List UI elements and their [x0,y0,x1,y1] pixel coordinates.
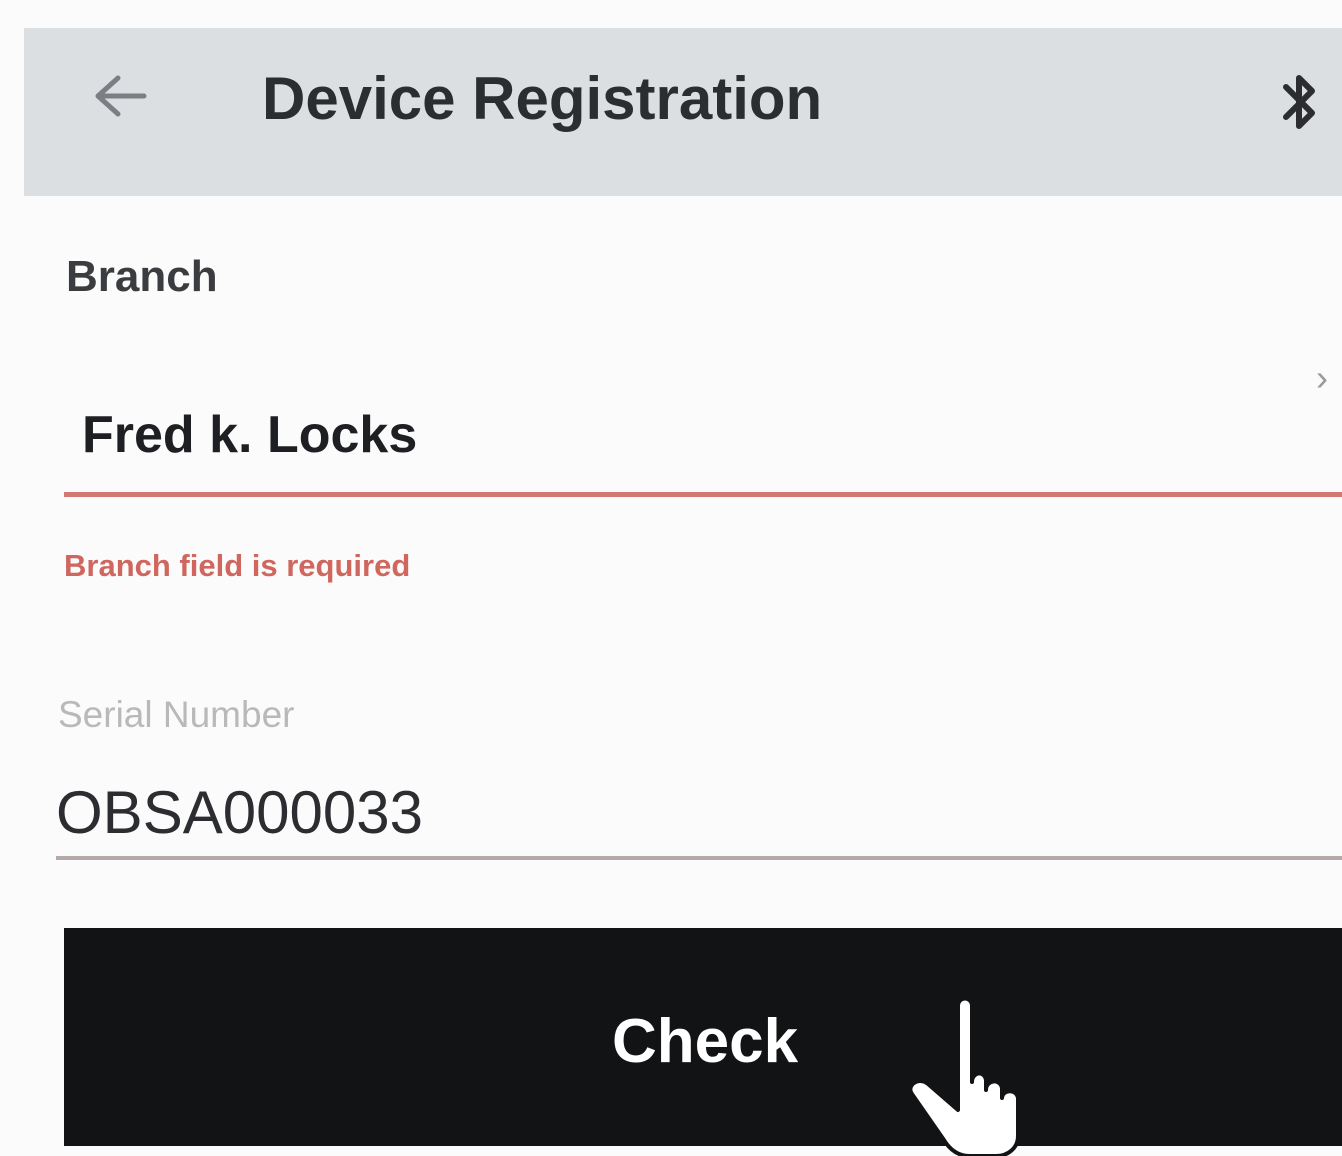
device-registration-screen: Device Registration Branch › Fred k. Loc… [0,0,1342,1156]
branch-select[interactable]: Fred k. Locks [64,380,1342,500]
branch-underline [64,492,1342,497]
hand-pointer-icon [908,996,1020,1156]
serial-underline [56,856,1342,860]
bluetooth-button[interactable] [1272,68,1328,136]
check-button[interactable]: Check [64,928,1342,1146]
bluetooth-icon [1283,75,1315,129]
serial-number-field [56,770,1342,870]
serial-number-input[interactable] [56,774,756,850]
branch-label: Branch [66,252,218,301]
check-button-label: Check [612,1007,799,1076]
back-button[interactable] [88,68,152,124]
serial-number-label: Serial Number [58,694,295,735]
back-arrow-icon [95,75,147,117]
app-bar: Device Registration [24,28,1342,196]
branch-selected-value: Fred k. Locks [82,406,418,464]
page-title: Device Registration [262,65,823,132]
branch-error-message: Branch field is required [64,548,411,583]
